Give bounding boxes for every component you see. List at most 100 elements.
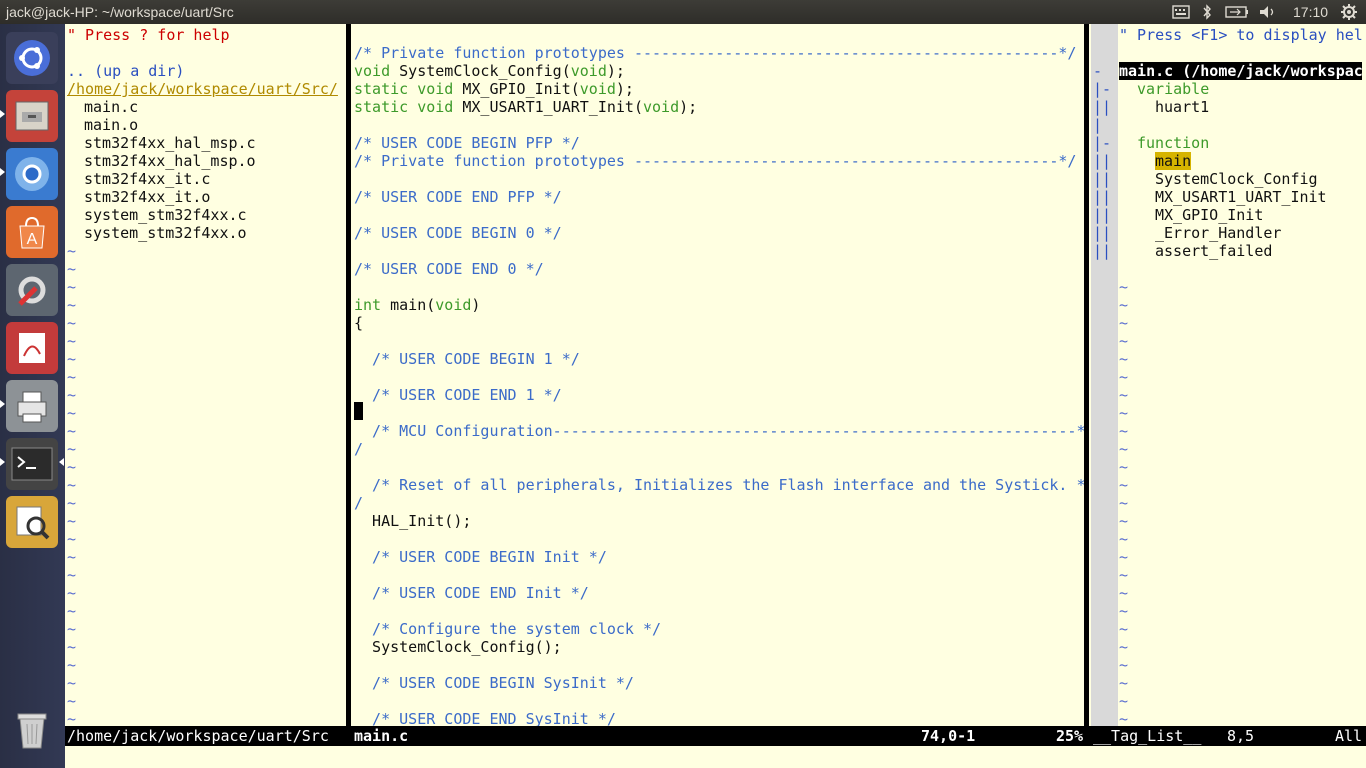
tag-item-selected[interactable]: main xyxy=(1155,152,1192,170)
tilde-marker: ~ xyxy=(67,368,77,386)
vim-editor[interactable]: " Press ? for help .. (up a dir) /home/j… xyxy=(65,24,1366,768)
system-settings-icon[interactable] xyxy=(6,264,58,316)
window-title: jack@jack-HP: ~/workspace/uart/Src xyxy=(6,4,234,20)
tag-item[interactable]: MX_GPIO_Init xyxy=(1155,206,1263,224)
tilde-marker: ~ xyxy=(1119,278,1129,296)
tag-item[interactable]: MX_USART1_UART_Init xyxy=(1155,188,1327,206)
tilde-marker: ~ xyxy=(67,296,77,314)
file-item[interactable]: system_stm32f4xx.c xyxy=(84,206,247,224)
code-line: /* USER CODE END PFP */ xyxy=(354,188,562,206)
tilde-marker: ~ xyxy=(1119,530,1129,548)
taglist-help: " Press <F1> to display hel xyxy=(1119,26,1363,44)
tilde-marker: ~ xyxy=(67,656,77,674)
fold-marker: | xyxy=(1093,116,1103,134)
tag-item[interactable]: assert_failed xyxy=(1155,242,1272,260)
fold-marker: || xyxy=(1093,206,1112,224)
tag-item[interactable]: _Error_Handler xyxy=(1155,224,1281,242)
code-line: /* USER CODE END 1 */ xyxy=(354,386,562,404)
volume-icon[interactable] xyxy=(1256,0,1280,24)
vertical-split[interactable] xyxy=(346,24,351,744)
gear-icon[interactable] xyxy=(1338,0,1360,24)
text-cursor xyxy=(354,402,363,420)
taglist-file[interactable]: main.c (/home/jack/workspac xyxy=(1119,62,1363,80)
code-line: /* Private function prototypes ---------… xyxy=(354,44,1077,62)
tilde-marker: ~ xyxy=(67,584,77,602)
clock[interactable]: 17:10 xyxy=(1293,4,1328,20)
fold-marker: || xyxy=(1093,98,1112,116)
tilde-marker: ~ xyxy=(67,674,77,692)
tilde-marker: ~ xyxy=(67,512,77,530)
tilde-marker: ~ xyxy=(1119,314,1129,332)
tilde-marker: ~ xyxy=(1119,566,1129,584)
printer-icon[interactable] xyxy=(6,380,58,432)
code-line: / xyxy=(354,440,364,458)
tilde-marker: ~ xyxy=(67,350,77,368)
file-item[interactable]: system_stm32f4xx.o xyxy=(84,224,247,242)
top-panel: jack@jack-HP: ~/workspace/uart/Src 17:10 xyxy=(0,0,1366,24)
terminal-icon[interactable] xyxy=(6,438,58,490)
launcher: A xyxy=(0,24,65,768)
file-item[interactable]: stm32f4xx_hal_msp.c xyxy=(84,134,256,152)
tilde-marker: ~ xyxy=(1119,602,1129,620)
file-item[interactable]: stm32f4xx_it.c xyxy=(84,170,210,188)
tilde-marker: ~ xyxy=(67,602,77,620)
keyboard-icon[interactable] xyxy=(1170,0,1192,24)
tilde-marker: ~ xyxy=(1119,494,1129,512)
code-line: /* USER CODE END 0 */ xyxy=(354,260,544,278)
image-viewer-icon[interactable] xyxy=(6,496,58,548)
taglist-group-function[interactable]: function xyxy=(1137,134,1209,152)
status-filename: main.c xyxy=(354,727,409,745)
fold-marker: |- xyxy=(1093,80,1112,98)
taglist-group-variable[interactable]: variable xyxy=(1137,80,1209,98)
fold-marker: || xyxy=(1093,242,1112,260)
tilde-marker: ~ xyxy=(67,494,77,512)
tag-item[interactable]: SystemClock_Config xyxy=(1155,170,1318,188)
nerdtree-path[interactable]: /home/jack/workspace/uart/Src/ xyxy=(67,80,338,98)
code-line: int main(void) xyxy=(354,296,481,314)
tilde-marker: ~ xyxy=(67,422,77,440)
files-icon[interactable] xyxy=(6,90,58,142)
tilde-marker: ~ xyxy=(1119,620,1129,638)
file-item[interactable]: main.o xyxy=(84,116,138,134)
code-line: static void MX_USART1_UART_Init(void); xyxy=(354,98,698,116)
ubuntu-dash-icon[interactable] xyxy=(6,32,58,84)
tilde-marker: ~ xyxy=(67,314,77,332)
tilde-marker: ~ xyxy=(67,278,77,296)
file-item[interactable]: stm32f4xx_hal_msp.o xyxy=(84,152,256,170)
nerdtree-updir[interactable]: .. (up a dir) xyxy=(67,62,184,80)
status-line: /home/jack/workspace/uart/Src main.c 74,… xyxy=(65,726,1366,746)
chromium-icon[interactable] xyxy=(6,148,58,200)
tilde-marker: ~ xyxy=(1119,512,1129,530)
file-item[interactable]: stm32f4xx_it.o xyxy=(84,188,210,206)
tag-item[interactable]: huart1 xyxy=(1155,98,1209,116)
fold-marker: || xyxy=(1093,152,1112,170)
code-line: static void MX_GPIO_Init(void); xyxy=(354,80,634,98)
command-line[interactable] xyxy=(65,746,1366,768)
tilde-marker: ~ xyxy=(1119,548,1129,566)
tilde-marker: ~ xyxy=(67,566,77,584)
trash-icon[interactable] xyxy=(6,704,58,756)
tilde-marker: ~ xyxy=(1119,350,1129,368)
pdf-viewer-icon[interactable] xyxy=(6,322,58,374)
status-taglist-name: __Tag_List__ xyxy=(1093,727,1202,745)
tilde-marker: ~ xyxy=(67,638,77,656)
vertical-split[interactable] xyxy=(1084,24,1089,744)
tilde-marker: ~ xyxy=(67,458,77,476)
file-item[interactable]: main.c xyxy=(84,98,138,116)
tilde-marker: ~ xyxy=(1119,674,1129,692)
svg-text:A: A xyxy=(27,231,38,248)
code-line: /* USER CODE BEGIN PFP */ xyxy=(354,134,580,152)
fold-marker: |- xyxy=(1093,134,1112,152)
tilde-marker: ~ xyxy=(67,260,77,278)
battery-icon[interactable] xyxy=(1224,0,1250,24)
tilde-marker: ~ xyxy=(1119,368,1129,386)
tilde-marker: ~ xyxy=(1119,296,1129,314)
fold-marker: || xyxy=(1093,224,1112,242)
bluetooth-icon[interactable] xyxy=(1198,0,1216,24)
tilde-marker: ~ xyxy=(67,620,77,638)
code-line: /* Configure the system clock */ xyxy=(354,620,662,638)
status-taglist-position: 8,5 xyxy=(1227,727,1255,745)
software-center-icon[interactable]: A xyxy=(6,206,58,258)
status-position: 74,0-1 xyxy=(921,727,976,745)
code-line: /* Reset of all peripherals, Initializes… xyxy=(354,476,1086,494)
